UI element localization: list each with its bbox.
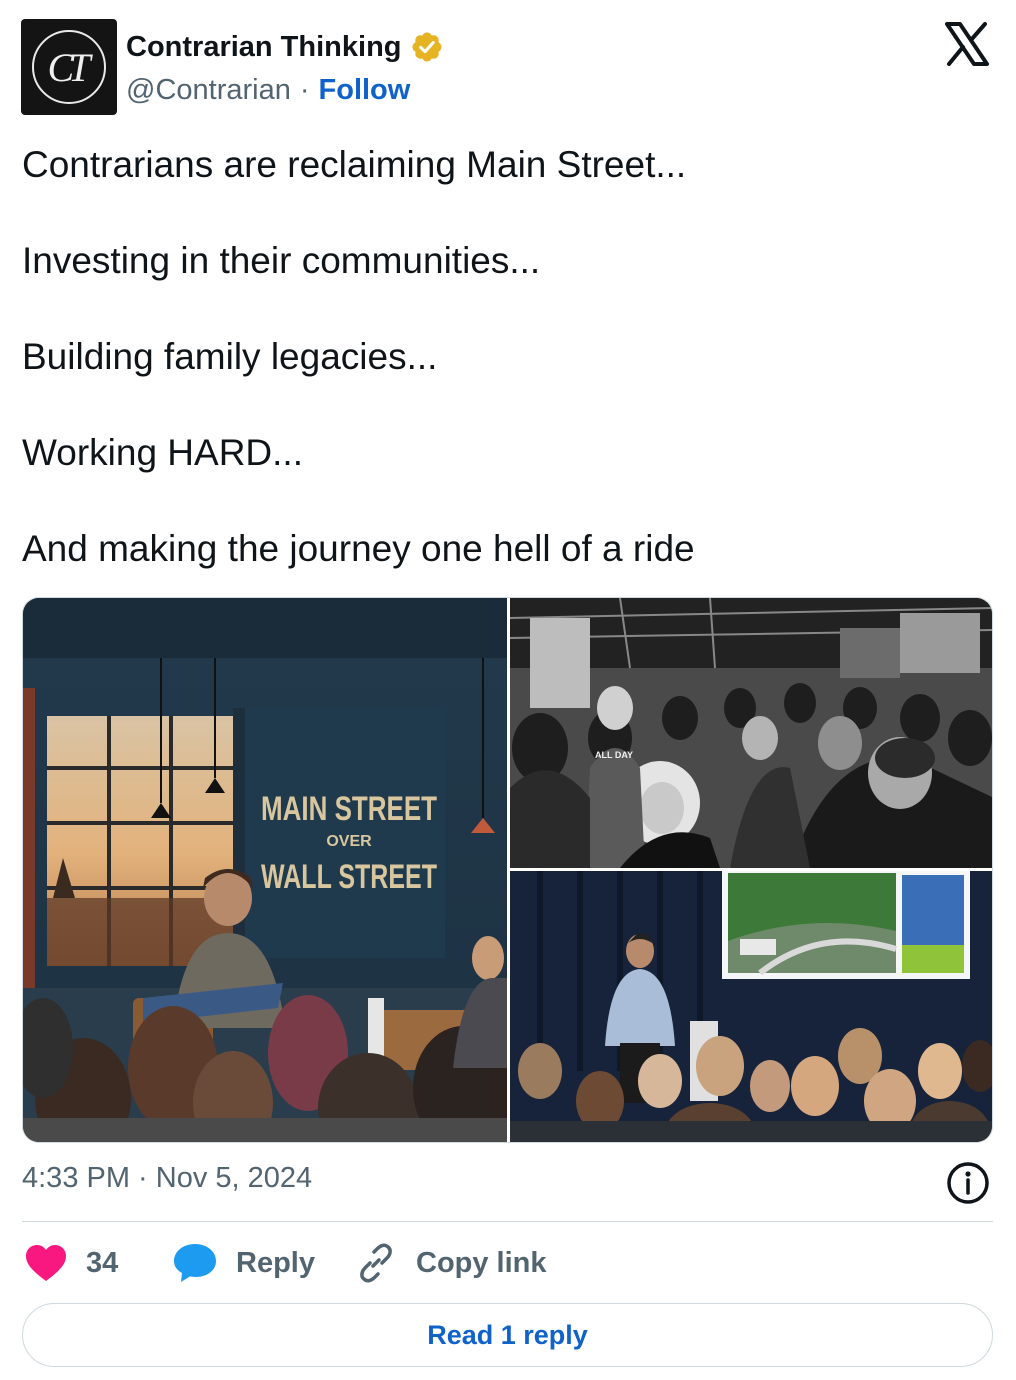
author-name-row: Contrarian Thinking	[126, 28, 444, 66]
info-icon[interactable]	[945, 1160, 991, 1206]
separator-dot: ·	[299, 73, 310, 106]
verified-badge-icon	[411, 32, 442, 62]
tweet-timestamp[interactable]: 4:33 PM · Nov 5, 2024	[22, 1162, 312, 1195]
tweet-line: Building family legacies...	[22, 336, 438, 377]
read-replies-button[interactable]: Read 1 reply	[22, 1303, 993, 1367]
sign-line2: OVER	[326, 833, 372, 850]
stage-photo-image: MAIN STREET OVER WALL STREET	[23, 598, 507, 1142]
shirt-text: ALL DAY	[595, 750, 633, 760]
photo-main-street-stage[interactable]: MAIN STREET OVER WALL STREET	[23, 598, 507, 1142]
heart-icon	[26, 1245, 66, 1281]
author-avatar[interactable]: CT	[21, 19, 117, 115]
crowd-photo-image: ALL DAY	[510, 598, 992, 868]
like-button[interactable]: 34	[24, 1239, 118, 1287]
like-count: 34	[86, 1246, 119, 1279]
reply-label: Reply	[236, 1246, 315, 1279]
follow-button[interactable]: Follow	[319, 74, 411, 107]
photo-networking-crowd[interactable]: ALL DAY	[510, 598, 992, 868]
tweet-line: And making the journey one hell of a rid…	[22, 528, 695, 569]
copy-link-label: Copy link	[416, 1246, 547, 1279]
author-handle-row: @Contrarian · Follow	[126, 71, 410, 109]
photo-presentation[interactable]	[510, 871, 992, 1142]
x-logo-icon[interactable]	[944, 22, 990, 66]
sign-line1: MAIN STREET	[261, 790, 437, 828]
sign-line3: WALL STREET	[261, 858, 437, 896]
author-handle[interactable]: @Contrarian	[126, 74, 291, 107]
tweet-line: Working HARD...	[22, 432, 303, 473]
reply-button[interactable]: Reply	[172, 1239, 315, 1287]
copy-link-button[interactable]: Copy link	[354, 1239, 547, 1287]
tweet-line: Investing in their communities...	[22, 240, 541, 281]
link-icon	[360, 1243, 392, 1283]
media-grid: MAIN STREET OVER WALL STREET ALL DAY	[22, 597, 993, 1143]
avatar-monogram: CT	[32, 30, 106, 104]
author-display-name[interactable]: Contrarian Thinking	[126, 31, 402, 64]
tweet-line: Contrarians are reclaiming Main Street..…	[22, 144, 687, 185]
divider	[22, 1221, 993, 1222]
presentation-photo-image	[510, 871, 992, 1142]
speech-bubble-icon	[174, 1244, 216, 1282]
